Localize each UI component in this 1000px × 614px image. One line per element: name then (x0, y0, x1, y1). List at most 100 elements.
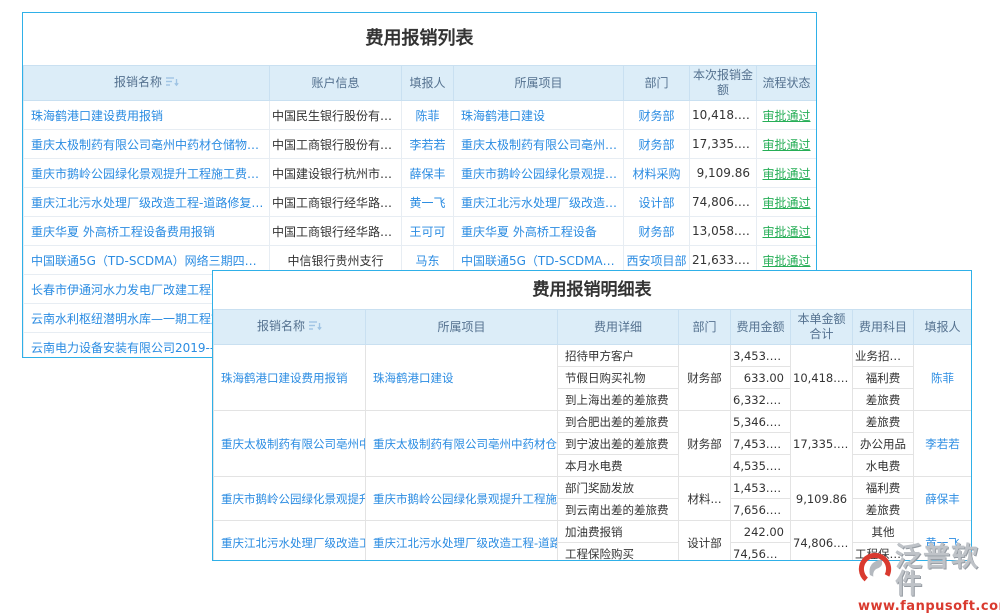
dept-value: 设计部 (679, 535, 730, 551)
filler-link[interactable]: 陈菲 (402, 107, 453, 124)
amount-value: 21,633.00 (690, 253, 756, 267)
list-header-row: 报销名称 账户信息 填报人 所属项目 部门 本次报销金额 流程状态 (24, 66, 817, 101)
status-link[interactable]: 审批通过 (757, 223, 816, 240)
expense-detail: 加油费报销 (558, 524, 678, 540)
status-link[interactable]: 审批通过 (757, 136, 816, 153)
total-amount: 74,806.00 (791, 536, 852, 550)
project-link[interactable]: 珠海鹤港口建设 (366, 370, 557, 386)
expense-name-link[interactable]: 重庆华夏 外高桥工程设备费用报销 (24, 223, 269, 240)
amount-value: 10,418.60 (690, 108, 756, 122)
project-link[interactable]: 中国联通5G（TD-SCDMA）网... (454, 252, 623, 269)
detail-row: 重庆太极制药有限公司亳州中药材仓储物流基地项目费用报销 重庆太极制药有限公司亳州… (214, 411, 972, 433)
dept-link[interactable]: 材料采购 (624, 165, 689, 182)
project-link[interactable]: 重庆江北污水处理厂级改造工程-道路修复工程 (366, 535, 557, 551)
vendor-url: www.fanpusoft.com (858, 599, 998, 614)
status-link[interactable]: 审批通过 (757, 165, 816, 182)
detail-header-subject: 费用科目 (853, 310, 914, 345)
expense-detail: 节假日购买礼物 (558, 370, 678, 386)
amount-value: 74,564... (731, 547, 790, 561)
expense-name-link[interactable]: 珠海鹤港口建设费用报销 (214, 370, 365, 386)
list-header-dept: 部门 (624, 66, 690, 101)
dept-link[interactable]: 西安项目部 (624, 252, 689, 269)
detail-header-project: 所属项目 (366, 310, 558, 345)
filler-link[interactable]: 黄一飞 (402, 194, 453, 211)
list-header-account: 账户信息 (270, 66, 402, 101)
subject-value: 水电费 (853, 458, 913, 474)
project-link[interactable]: 重庆市鹅岭公园绿化景观提升... (454, 165, 623, 182)
detail-header-detail: 费用详细 (558, 310, 679, 345)
detail-header-row: 报销名称 所属项目 费用详细 部门 费用金额 本单金额合计 费用科目 填报人 (214, 310, 972, 345)
detail-row: 重庆市鹅岭公园绿化景观提升工程施工费用报销 重庆市鹅岭公园绿化景观提升工程施工 … (214, 477, 972, 499)
detail-row: 重庆江北污水处理厂级改造工程-道路修复工程费用报销 重庆江北污水处理厂级改造工程… (214, 521, 972, 543)
project-link[interactable]: 重庆江北污水处理厂级改造工... (454, 194, 623, 211)
expense-name-link[interactable]: 重庆市鹅岭公园绿化景观提升工程施工费用报销 (24, 165, 269, 182)
expense-detail: 到云南出差的差旅费 (558, 502, 678, 518)
subject-value: 差旅费 (853, 502, 913, 518)
expense-list-title: 费用报销列表 (23, 13, 816, 65)
expense-name-link[interactable]: 珠海鹤港口建设费用报销 (24, 107, 269, 124)
status-link[interactable]: 审批通过 (757, 252, 816, 269)
list-header-filler: 填报人 (402, 66, 454, 101)
detail-header-amount: 费用金额 (731, 310, 791, 345)
expense-name-link[interactable]: 重庆太极制药有限公司亳州中药材仓储物流基地项... (24, 136, 269, 153)
detail-header-name[interactable]: 报销名称 (214, 310, 366, 345)
expense-name-link[interactable]: 重庆江北污水处理厂级改造工程-道路修复工程费用报销 (214, 535, 365, 551)
sort-icon[interactable] (309, 320, 322, 335)
amount-value: 5,346.35 (731, 415, 790, 429)
detail-header-total: 本单金额合计 (791, 310, 853, 345)
expense-name-link[interactable]: 重庆市鹅岭公园绿化景观提升工程施工费用报销 (214, 491, 365, 507)
filler-link[interactable]: 马东 (402, 252, 453, 269)
dept-link[interactable]: 财务部 (624, 136, 689, 153)
table-row: 重庆江北污水处理厂级改造工程-道路修复工程费用... 中国工商银行经华路支行 黄… (24, 188, 817, 217)
project-link[interactable]: 重庆太极制药有限公司亳州中药材仓储物流基地项目 (366, 436, 557, 452)
expense-detail-table: 报销名称 所属项目 费用详细 部门 费用金额 本单金额合计 费用科目 填报人 珠… (213, 309, 972, 561)
project-link[interactable]: 珠海鹤港口建设 (454, 107, 623, 124)
expense-detail: 招待甲方客户 (558, 348, 678, 364)
subject-value: 差旅费 (853, 392, 913, 408)
dept-link[interactable]: 设计部 (624, 194, 689, 211)
expense-detail-title: 费用报销明细表 (213, 271, 971, 309)
status-link[interactable]: 审批通过 (757, 107, 816, 124)
amount-value: 6,332.00 (731, 393, 790, 407)
project-link[interactable]: 重庆太极制药有限公司亳州中... (454, 136, 623, 153)
table-row: 珠海鹤港口建设费用报销 中国民生银行股份有限... 陈菲 珠海鹤港口建设 财务部… (24, 101, 817, 130)
total-amount: 17,335.35 (791, 437, 852, 451)
project-link[interactable]: 重庆华夏 外高桥工程设备 (454, 223, 623, 240)
expense-detail: 部门奖励发放 (558, 480, 678, 496)
filler-link[interactable]: 陈菲 (914, 370, 971, 386)
expense-name-link[interactable]: 重庆江北污水处理厂级改造工程-道路修复工程费用... (24, 194, 269, 211)
filler-link[interactable]: 李若若 (914, 436, 971, 452)
table-row: 重庆华夏 外高桥工程设备费用报销 中国工商银行经华路支行 王可可 重庆华夏 外高… (24, 217, 817, 246)
list-header-name[interactable]: 报销名称 (24, 66, 270, 101)
filler-link[interactable]: 薛保丰 (402, 165, 453, 182)
expense-name-link[interactable]: 重庆太极制药有限公司亳州中药材仓储物流基地项目费用报销 (214, 436, 365, 452)
amount-value: 17,335.35 (690, 137, 756, 151)
list-header-status: 流程状态 (757, 66, 817, 101)
expense-detail: 本月水电费 (558, 458, 678, 474)
expense-detail: 到合肥出差的差旅费 (558, 414, 678, 430)
detail-header-filler: 填报人 (914, 310, 972, 345)
filler-link[interactable]: 薛保丰 (914, 491, 971, 507)
fanpu-logo-icon (858, 552, 892, 590)
vendor-brand-name: 泛普软件 (895, 544, 998, 598)
project-link[interactable]: 重庆市鹅岭公园绿化景观提升工程施工 (366, 491, 557, 507)
dept-link[interactable]: 财务部 (624, 107, 689, 124)
amount-value: 3,453.60 (731, 349, 790, 363)
subject-value: 福利费 (853, 370, 913, 386)
amount-value: 242.00 (731, 525, 790, 539)
expense-detail: 到上海出差的差旅费 (558, 392, 678, 408)
account-info: 中国建设银行杭州市上... (270, 165, 401, 182)
list-header-name-label: 报销名称 (114, 75, 162, 89)
filler-link[interactable]: 王可可 (402, 223, 453, 240)
sort-icon[interactable] (166, 76, 179, 91)
total-amount: 9,109.86 (791, 492, 852, 506)
dept-value: 财务部 (679, 436, 730, 452)
filler-link[interactable]: 李若若 (402, 136, 453, 153)
table-row: 重庆太极制药有限公司亳州中药材仓储物流基地项... 中国工商银行股份有限... … (24, 130, 817, 159)
expense-name-link[interactable]: 中国联通5G（TD-SCDMA）网络三期四川工程费... (24, 252, 269, 269)
detail-header-dept: 部门 (679, 310, 731, 345)
dept-link[interactable]: 财务部 (624, 223, 689, 240)
account-info: 中国工商银行经华路支行 (270, 194, 401, 211)
amount-value: 4,535.65 (731, 459, 790, 473)
status-link[interactable]: 审批通过 (757, 194, 816, 211)
